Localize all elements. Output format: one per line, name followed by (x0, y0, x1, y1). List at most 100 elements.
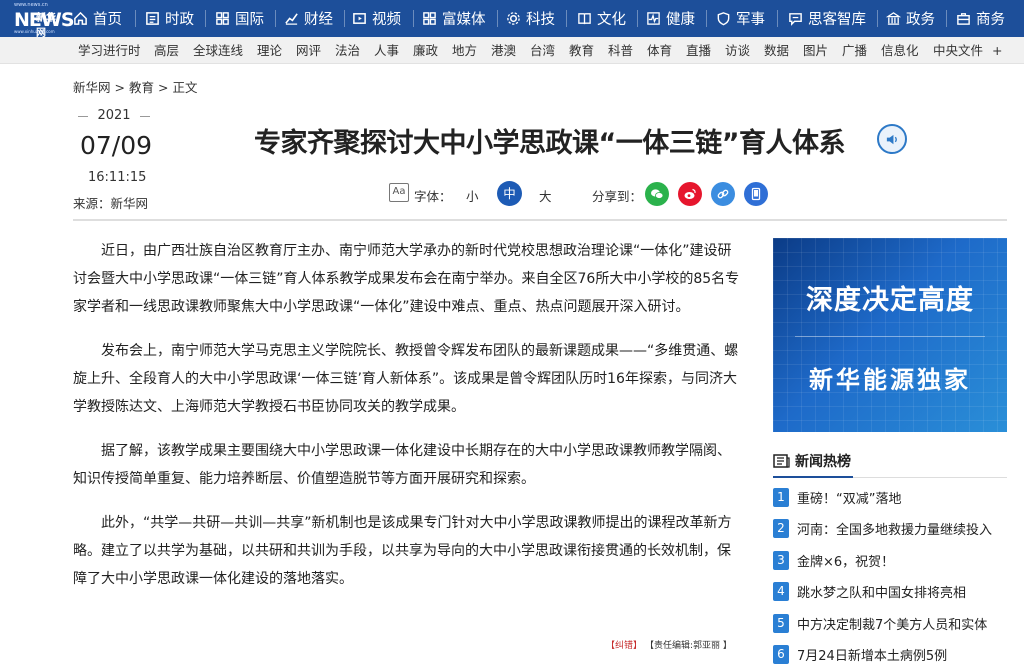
share-link-button[interactable] (711, 182, 735, 206)
hot-news-item[interactable]: 1 重磅！“双减”落地 (773, 488, 1007, 508)
subnav-item[interactable]: 廉政 (413, 37, 438, 64)
nav-item-label: 健康 (666, 12, 695, 28)
gear-icon (506, 11, 521, 26)
hot-news-item[interactable]: 4 跳水梦之队和中国女排将亮相 (773, 582, 1007, 602)
hot-news-item[interactable]: 3 金牌×6，祝贺！ (773, 551, 1007, 571)
hot-news-link[interactable]: 河南：全国多地救援力量继续投入 (797, 519, 992, 538)
nav-item-video[interactable]: 视频 (352, 0, 401, 37)
rank-badge: 3 (773, 551, 789, 570)
subnav-item[interactable]: 法治 (335, 37, 360, 64)
nav-item-label: 富媒体 (442, 12, 486, 28)
publish-time: 16:11:15 (88, 170, 147, 185)
hot-news-link[interactable]: 金牌×6，祝贺！ (797, 551, 894, 570)
subnav-item[interactable]: 体育 (647, 37, 672, 64)
briefcase-icon (956, 11, 971, 26)
nav-item-label: 科技 (526, 12, 555, 28)
subnav-item[interactable]: 广播 (842, 37, 867, 64)
nav-item-politics[interactable]: 时政 (145, 0, 194, 37)
subnav-item[interactable]: 高层 (154, 37, 179, 64)
share-weibo-button[interactable] (678, 182, 702, 206)
nav-separator (344, 10, 345, 27)
nav-separator (497, 10, 498, 27)
nav-item-finance[interactable]: 财经 (284, 0, 333, 37)
nav-item-rich-media[interactable]: 富媒体 (422, 0, 486, 37)
subnav-item[interactable]: 访谈 (725, 37, 750, 64)
hot-news-link[interactable]: 重磅！“双减”落地 (797, 488, 901, 507)
hot-news-item[interactable]: 5 中方决定制裁7个美方人员和实体 (773, 614, 1007, 634)
rank-badge: 4 (773, 582, 789, 601)
header-divider (73, 219, 1007, 221)
logo-url-top: www.news.cn (14, 2, 48, 8)
errata-link[interactable]: 【纠错】 (606, 638, 642, 651)
breadcrumb-home-link[interactable]: 新华网 (73, 80, 111, 95)
subnav-item[interactable]: 台湾 (530, 37, 555, 64)
subnav-item[interactable]: 网评 (296, 37, 321, 64)
font-size-large-button[interactable]: 大 (539, 186, 552, 205)
subnav-item[interactable]: 中央文件 (933, 37, 983, 64)
subnav-item[interactable]: 全球连线 (193, 37, 243, 64)
nav-item-military[interactable]: 军事 (716, 0, 765, 37)
link-icon (717, 189, 729, 199)
nav-item-label: 国际 (235, 12, 264, 28)
share-mobile-button[interactable] (744, 182, 768, 206)
nav-separator (135, 10, 136, 27)
subnav-item[interactable]: 数据 (764, 37, 789, 64)
home-icon (73, 11, 88, 26)
nav-item-label: 商务 (976, 12, 1005, 28)
font-size-small-button[interactable]: 小 (466, 186, 479, 205)
subnav-more-button[interactable]: + (992, 37, 1002, 64)
nav-separator (877, 10, 878, 27)
nav-item-think-tank[interactable]: 思客智库 (788, 0, 866, 37)
nav-item-health[interactable]: 健康 (646, 0, 695, 37)
subnav-item[interactable]: 理论 (257, 37, 282, 64)
nav-item-home[interactable]: 首页 (73, 0, 122, 37)
globe-icon (215, 11, 230, 26)
wechat-icon (651, 189, 664, 199)
breadcrumb-current: 正文 (172, 80, 198, 95)
nav-item-label: 视频 (372, 12, 401, 28)
nav-item-government[interactable]: 政务 (886, 0, 935, 37)
rank-badge: 5 (773, 614, 789, 633)
audio-play-button[interactable] (877, 124, 907, 154)
subnav-item[interactable]: 地方 (452, 37, 477, 64)
hot-news-item[interactable]: 2 河南：全国多地救援力量继续投入 (773, 519, 1007, 539)
mobile-icon (751, 187, 761, 201)
hot-news-item[interactable]: 6 7月24日新增本土病例5例 (773, 645, 1007, 665)
nav-item-culture[interactable]: 文化 (577, 0, 626, 37)
subnav-item[interactable]: 港澳 (491, 37, 516, 64)
share-wechat-button[interactable] (645, 182, 669, 206)
xinhua-logo[interactable]: www.news.cn NEWS 新华网 www.xinhuanet.com (14, 2, 75, 39)
logo-cn: 新华网 (36, 13, 56, 39)
subnav-item[interactable]: 教育 (569, 37, 594, 64)
nav-item-business[interactable]: 商务 (956, 0, 1005, 37)
font-size-label: 字体： (414, 189, 452, 204)
nav-item-tech[interactable]: 科技 (506, 0, 555, 37)
hot-news-link[interactable]: 中方决定制裁7个美方人员和实体 (797, 614, 987, 633)
publish-date: 07/09 (80, 131, 153, 160)
energy-ad-banner[interactable]: 深度决定高度 新华能源独家 (773, 238, 1007, 432)
hot-news-accent-line (773, 476, 853, 478)
ad-grid-decoration (773, 238, 1007, 432)
subnav-item[interactable]: 图片 (803, 37, 828, 64)
hot-news-title: 新闻热榜 (795, 454, 851, 470)
article-paragraph: 发布会上，南宁师范大学马克思主义学院院长、教授曾令辉发布团队的最新课题成果——“… (73, 343, 739, 415)
breadcrumb-education-link[interactable]: 教育 (129, 80, 154, 95)
logo-url-bottom: www.xinhuanet.com (14, 29, 55, 34)
subnav-item[interactable]: 科普 (608, 37, 633, 64)
weibo-icon (684, 188, 696, 199)
article-paragraph: 此外，“共学—共研—共训—共享”新机制也是该成果专门针对大中小学思政课教师提出的… (73, 515, 732, 587)
subnav-item[interactable]: 信息化 (881, 37, 919, 64)
subnav-item[interactable]: 人事 (374, 37, 399, 64)
subnav-item[interactable]: 学习进行时 (78, 37, 141, 64)
hot-news-link[interactable]: 跳水梦之队和中国女排将亮相 (797, 582, 966, 601)
nav-item-international[interactable]: 国际 (215, 0, 264, 37)
subnav-item[interactable]: 直播 (686, 37, 711, 64)
rank-badge: 2 (773, 519, 789, 538)
rank-badge: 1 (773, 488, 789, 507)
nav-separator (637, 10, 638, 27)
nav-separator (777, 10, 778, 27)
publish-year: 2021 (78, 108, 150, 123)
ad-subheadline: 新华能源独家 (809, 365, 971, 394)
font-size-medium-button[interactable]: 中 (497, 181, 522, 206)
grid-icon (422, 11, 437, 26)
